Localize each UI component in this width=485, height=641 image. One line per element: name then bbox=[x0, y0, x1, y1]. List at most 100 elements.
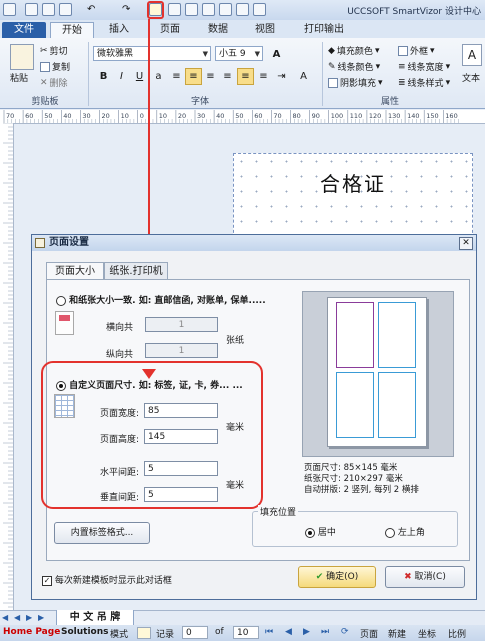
ruler-label: 70 bbox=[273, 112, 281, 120]
sheet-first-icon[interactable]: ◀ bbox=[2, 613, 8, 622]
record-current-input[interactable]: 0 bbox=[182, 626, 208, 639]
strikethrough-icon[interactable]: a bbox=[150, 68, 167, 85]
export-icon[interactable] bbox=[202, 3, 215, 16]
paste-button[interactable]: 粘贴 bbox=[10, 71, 28, 84]
card-title[interactable]: 合格证 bbox=[320, 168, 386, 197]
ruler-label: 10 bbox=[121, 112, 129, 120]
prev-record-icon[interactable]: ◀ bbox=[285, 627, 292, 637]
radio-button bbox=[56, 295, 66, 306]
vertical-count-input[interactable]: 1 bbox=[145, 343, 218, 358]
home-page-link[interactable]: Home Page bbox=[3, 627, 60, 637]
paste-icon[interactable] bbox=[10, 44, 34, 70]
font-color-icon[interactable]: A bbox=[295, 68, 312, 85]
line-color-button[interactable]: ✎ 线条颜色 ▾ bbox=[328, 60, 381, 74]
align-left-icon[interactable]: ≡ bbox=[168, 68, 185, 85]
valign-bottom-icon[interactable]: ≡ bbox=[255, 68, 272, 85]
text-button[interactable]: 文本 bbox=[462, 71, 480, 84]
text-style-icon[interactable]: A bbox=[462, 44, 482, 66]
find-icon[interactable] bbox=[236, 3, 249, 16]
sheet-tab[interactable]: 中 文 吊 牌 bbox=[56, 610, 134, 626]
underline-button[interactable]: U bbox=[131, 68, 148, 85]
radio-same-as-paper[interactable]: 和纸张大小一致. 如: 直邮信函, 对账单, 保单..... bbox=[56, 293, 266, 306]
bold-button[interactable]: B bbox=[95, 68, 112, 85]
print-icon[interactable] bbox=[253, 3, 266, 16]
valign-middle-icon[interactable]: ≡ bbox=[237, 68, 254, 85]
line-style-button[interactable]: ≣ 线条样式 ▾ bbox=[398, 76, 450, 90]
fill-color-button[interactable]: ◆ 填充颜色 ▾ bbox=[328, 44, 379, 58]
tab-paper-printer[interactable]: 纸张.打印机 bbox=[104, 262, 168, 279]
print-preview-icon[interactable] bbox=[168, 3, 181, 16]
cut-icon: ✂ bbox=[40, 45, 48, 56]
copy-label: 复制 bbox=[52, 63, 71, 73]
ratio-label: 比例 bbox=[448, 630, 467, 640]
new-icon[interactable] bbox=[25, 3, 38, 16]
italic-button[interactable]: I bbox=[113, 68, 130, 85]
last-record-icon[interactable]: ⏭ bbox=[321, 627, 329, 637]
close-icon[interactable]: ✕ bbox=[459, 237, 473, 250]
cancel-button[interactable]: ✖ 取消(C) bbox=[385, 566, 465, 588]
fill-center-label: 居中 bbox=[317, 528, 336, 538]
radio-fill-center[interactable]: 居中 bbox=[305, 525, 336, 538]
indent-icon[interactable]: ⇥ bbox=[273, 68, 290, 85]
chevron-down-icon: ▾ bbox=[375, 61, 381, 72]
dialog-title: 页面设置 bbox=[49, 237, 89, 248]
save-icon[interactable] bbox=[59, 3, 72, 16]
fill-position-title: 填充位置 bbox=[258, 505, 299, 518]
shadow-icon bbox=[328, 77, 338, 88]
layout-icon[interactable] bbox=[185, 3, 198, 16]
font-name-select[interactable]: 微软雅黑 ▼ bbox=[93, 46, 211, 61]
show-dialog-checkbox[interactable]: ✓ 每次新建模板时显示此对话框 bbox=[42, 573, 172, 586]
grow-font-icon[interactable]: A bbox=[268, 46, 285, 63]
undo-icon[interactable]: ↶ bbox=[87, 3, 100, 16]
ruler-label: 120 bbox=[369, 112, 381, 120]
outer-frame-button[interactable]: 外框 ▾ bbox=[398, 44, 435, 57]
tab-file[interactable]: 文件 bbox=[2, 22, 46, 38]
sheet-last-icon[interactable]: ▶ bbox=[38, 613, 44, 622]
fill-color-label: 填充颜色 bbox=[336, 47, 373, 57]
tab-data[interactable]: 数据 bbox=[203, 22, 233, 38]
tab-insert[interactable]: 插入 bbox=[104, 22, 134, 38]
line-width-button[interactable]: ≡ 线条宽度 ▾ bbox=[398, 60, 450, 74]
pen-icon: ✎ bbox=[328, 61, 336, 72]
font-size-select[interactable]: 小五 9 ▼ bbox=[215, 46, 263, 61]
app-title: UCCSOFT SmartVizor 设计中心 bbox=[347, 7, 481, 17]
ruler-label: 140 bbox=[407, 112, 419, 120]
redo-icon[interactable]: ↷ bbox=[122, 3, 135, 16]
copy-button[interactable]: 复制 bbox=[40, 60, 70, 73]
record-total-input[interactable]: 10 bbox=[233, 626, 259, 639]
open-icon[interactable] bbox=[42, 3, 55, 16]
tab-print-output[interactable]: 打印输出 bbox=[298, 22, 350, 38]
justify-icon[interactable]: ≡ bbox=[219, 68, 236, 85]
ruler-label: 160 bbox=[445, 112, 457, 120]
solutions-link[interactable]: Solutions bbox=[61, 627, 109, 637]
align-center-icon[interactable]: ≡ bbox=[185, 68, 202, 85]
cancel-label: 取消(C) bbox=[414, 572, 446, 582]
font-name-value: 微软雅黑 bbox=[97, 49, 134, 59]
cut-button[interactable]: ✂ 剪切 bbox=[40, 44, 68, 58]
pdf-icon[interactable] bbox=[219, 3, 232, 16]
delete-button[interactable]: ✕ 删除 bbox=[40, 76, 68, 90]
tab-view[interactable]: 视图 bbox=[250, 22, 280, 38]
tab-page-size[interactable]: 页面大小 bbox=[46, 262, 104, 280]
tab-start[interactable]: 开始 bbox=[50, 22, 94, 38]
align-right-icon[interactable]: ≡ bbox=[202, 68, 219, 85]
sheet-prev-icon[interactable]: ◀ bbox=[14, 613, 20, 622]
preview-cell-1 bbox=[336, 302, 374, 368]
builtin-format-button[interactable]: 内置标签格式... bbox=[54, 522, 150, 544]
ruler-label: 80 bbox=[293, 112, 301, 120]
edit-mode-icon[interactable] bbox=[137, 627, 151, 639]
first-record-icon[interactable]: ⏮ bbox=[265, 627, 273, 637]
next-record-icon[interactable]: ▶ bbox=[303, 627, 310, 637]
status-bar: Home Page Solutions 模式 记录 0 of 10 ⏮ ◀ ▶ … bbox=[0, 625, 485, 641]
chevron-down-icon: ▾ bbox=[430, 45, 435, 56]
ok-button[interactable]: ✔ 确定(O) bbox=[298, 566, 376, 588]
label-card[interactable]: 合格证 bbox=[233, 153, 473, 238]
radio-fill-top-left[interactable]: 左上角 bbox=[385, 525, 425, 538]
tab-page[interactable]: 页面 bbox=[155, 22, 185, 38]
preview-info-imposition: 自动拼版: 2 竖列, 每列 2 横排 bbox=[304, 485, 419, 495]
horizontal-count-input[interactable]: 1 bbox=[145, 317, 218, 332]
shadow-fill-button[interactable]: 阴影填充 ▾ bbox=[328, 76, 383, 89]
sheet-next-icon[interactable]: ▶ bbox=[26, 613, 32, 622]
page-label: 页面 bbox=[360, 630, 379, 640]
refresh-icon[interactable]: ⟳ bbox=[341, 627, 349, 637]
